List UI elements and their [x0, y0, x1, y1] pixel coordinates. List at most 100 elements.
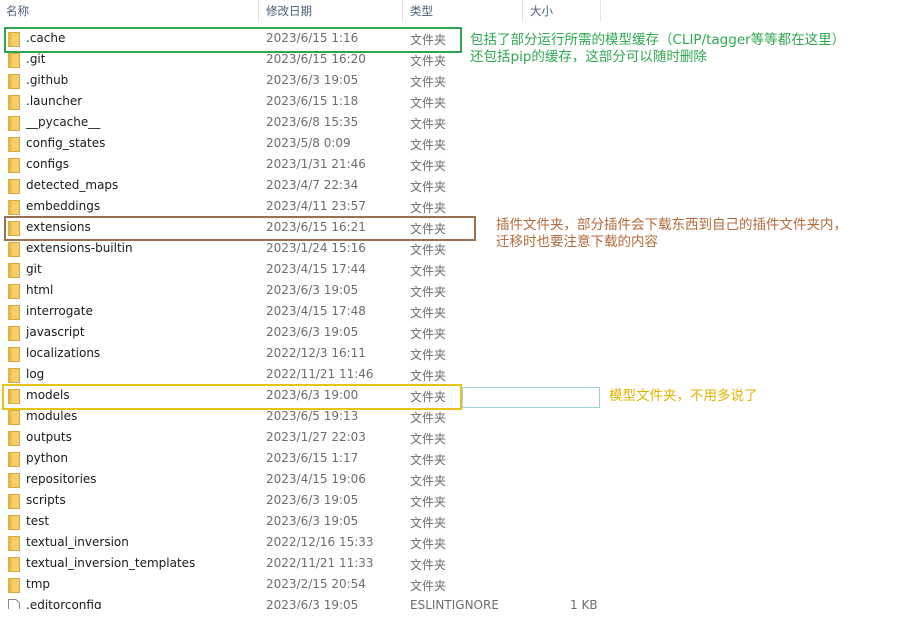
file-row[interactable]: .editorconfig 2023/6/3 19:05 ESLINTIGNORE 1…: [0, 596, 600, 612]
file-name: interrogate: [26, 304, 93, 318]
file-date: 2023/6/3 19:05: [266, 598, 359, 612]
file-row[interactable]: embeddings 2023/4/11 23:57 文件夹: [0, 197, 600, 218]
column-divider[interactable]: [600, 0, 601, 22]
file-row[interactable]: log 2022/11/21 11:46 文件夹: [0, 365, 600, 386]
folder-icon: [8, 116, 20, 131]
file-date: 2023/1/31 21:46: [266, 157, 366, 171]
file-name: .github: [26, 73, 69, 87]
file-row[interactable]: textual_inversion 2022/12/16 15:33 文件夹: [0, 533, 600, 554]
file-name: configs: [26, 157, 69, 171]
file-row[interactable]: scripts 2023/6/3 19:05 文件夹: [0, 491, 600, 512]
file-date: 2023/2/15 20:54: [266, 577, 366, 591]
file-type: 文件夹: [410, 537, 447, 551]
file-date: 2023/6/15 16:20: [266, 52, 366, 66]
extensions-note-line2: 迁移时也要注意下载的内容: [496, 234, 658, 250]
file-row[interactable]: localizations 2022/12/3 16:11 文件夹: [0, 344, 600, 365]
file-date: 2023/6/5 19:13: [266, 409, 359, 423]
file-type: 文件夹: [410, 201, 447, 215]
folder-icon: [8, 179, 20, 194]
file-type: 文件夹: [410, 264, 447, 278]
column-header-date[interactable]: 修改日期: [266, 3, 312, 19]
folder-icon: [8, 410, 20, 425]
file-name: test: [26, 514, 50, 528]
folder-icon: [8, 53, 20, 68]
column-header-type[interactable]: 类型: [410, 3, 433, 19]
column-divider[interactable]: [258, 0, 259, 22]
file-type: ESLINTIGNORE: [410, 598, 499, 612]
column-divider[interactable]: [402, 0, 403, 22]
models-highlight-box: [2, 384, 462, 410]
folder-icon: [8, 515, 20, 530]
file-row[interactable]: test 2023/6/3 19:05 文件夹: [0, 512, 600, 533]
folder-icon: [8, 305, 20, 320]
folder-icon: [8, 578, 20, 593]
folder-icon: [8, 95, 20, 110]
file-row[interactable]: .github 2023/6/3 19:05 文件夹: [0, 71, 600, 92]
file-name: textual_inversion: [26, 535, 129, 549]
file-type: 文件夹: [410, 159, 447, 173]
file-row[interactable]: git 2023/4/15 17:44 文件夹: [0, 260, 600, 281]
file-row[interactable]: detected_maps 2023/4/7 22:34 文件夹: [0, 176, 600, 197]
file-type: 文件夹: [410, 558, 447, 572]
file-date: 2023/6/15 1:18: [266, 94, 359, 108]
file-type: 文件夹: [410, 495, 447, 509]
file-name: tmp: [26, 577, 51, 591]
folder-icon: [8, 242, 20, 257]
file-row[interactable]: outputs 2023/1/27 22:03 文件夹: [0, 428, 600, 449]
file-name: html: [26, 283, 54, 297]
file-name: javascript: [26, 325, 85, 339]
file-name: outputs: [26, 430, 72, 444]
file-date: 2023/6/3 19:05: [266, 283, 359, 297]
folder-icon: [8, 473, 20, 488]
file-name: repositories: [26, 472, 97, 486]
file-row[interactable]: interrogate 2023/4/15 17:48 文件夹: [0, 302, 600, 323]
file-row[interactable]: .launcher 2023/6/15 1:18 文件夹: [0, 92, 600, 113]
file-type: 文件夹: [410, 516, 447, 530]
extensions-highlight-box: [4, 216, 476, 241]
file-row[interactable]: javascript 2023/6/3 19:05 文件夹: [0, 323, 600, 344]
file-name: extensions-builtin: [26, 241, 133, 255]
file-row[interactable]: tmp 2023/2/15 20:54 文件夹: [0, 575, 600, 596]
file-type: 文件夹: [410, 369, 447, 383]
file-row[interactable]: modules 2023/6/5 19:13 文件夹: [0, 407, 600, 428]
file-name: .git: [26, 52, 46, 66]
file-row[interactable]: config_states 2023/5/8 0:09 文件夹: [0, 134, 600, 155]
folder-icon: [8, 557, 20, 572]
file-type: 文件夹: [410, 96, 447, 110]
file-row[interactable]: configs 2023/1/31 21:46 文件夹: [0, 155, 600, 176]
file-type: 文件夹: [410, 243, 447, 257]
file-name: log: [26, 367, 45, 381]
file-date: 2023/1/24 15:16: [266, 241, 366, 255]
folder-icon: [8, 137, 20, 152]
file-type: 文件夹: [410, 138, 447, 152]
file-row[interactable]: repositories 2023/4/15 19:06 文件夹: [0, 470, 600, 491]
file-date: 2023/6/3 19:05: [266, 73, 359, 87]
file-row[interactable]: python 2023/6/15 1:17 文件夹: [0, 449, 600, 470]
file-row[interactable]: html 2023/6/3 19:05 文件夹: [0, 281, 600, 302]
file-type: 文件夹: [410, 327, 447, 341]
file-row[interactable]: __pycache__ 2023/6/8 15:35 文件夹: [0, 113, 600, 134]
column-divider[interactable]: [522, 0, 523, 22]
file-date: 2023/1/27 22:03: [266, 430, 366, 444]
cache-highlight-box: [4, 27, 462, 53]
column-header-size[interactable]: 大小: [530, 3, 553, 19]
file-row[interactable]: textual_inversion_templates 2022/11/21 11…: [0, 554, 600, 575]
file-size: 1 KB: [570, 598, 598, 612]
column-header-name[interactable]: 名称: [6, 3, 29, 19]
file-type: 文件夹: [410, 306, 447, 320]
file-date: 2023/6/3 19:05: [266, 325, 359, 339]
file-name: .launcher: [26, 94, 83, 108]
file-type: 文件夹: [410, 411, 447, 425]
file-type: 文件夹: [410, 579, 447, 593]
folder-icon: [8, 74, 20, 89]
folder-icon: [8, 494, 20, 509]
selection-ghost-outline: [462, 387, 600, 408]
cache-note-line2: 还包括pip的缓存，这部分可以随时删除: [470, 49, 707, 65]
file-name: scripts: [26, 493, 66, 507]
column-header-bar: 名称 修改日期 类型 大小: [0, 0, 923, 22]
folder-icon: [8, 347, 20, 362]
extensions-note-line1: 插件文件夹，部分插件会下载东西到自己的插件文件夹内，: [496, 217, 847, 233]
folder-icon: [8, 536, 20, 551]
file-date: 2023/6/8 15:35: [266, 115, 359, 129]
file-date: 2022/12/3 16:11: [266, 346, 366, 360]
